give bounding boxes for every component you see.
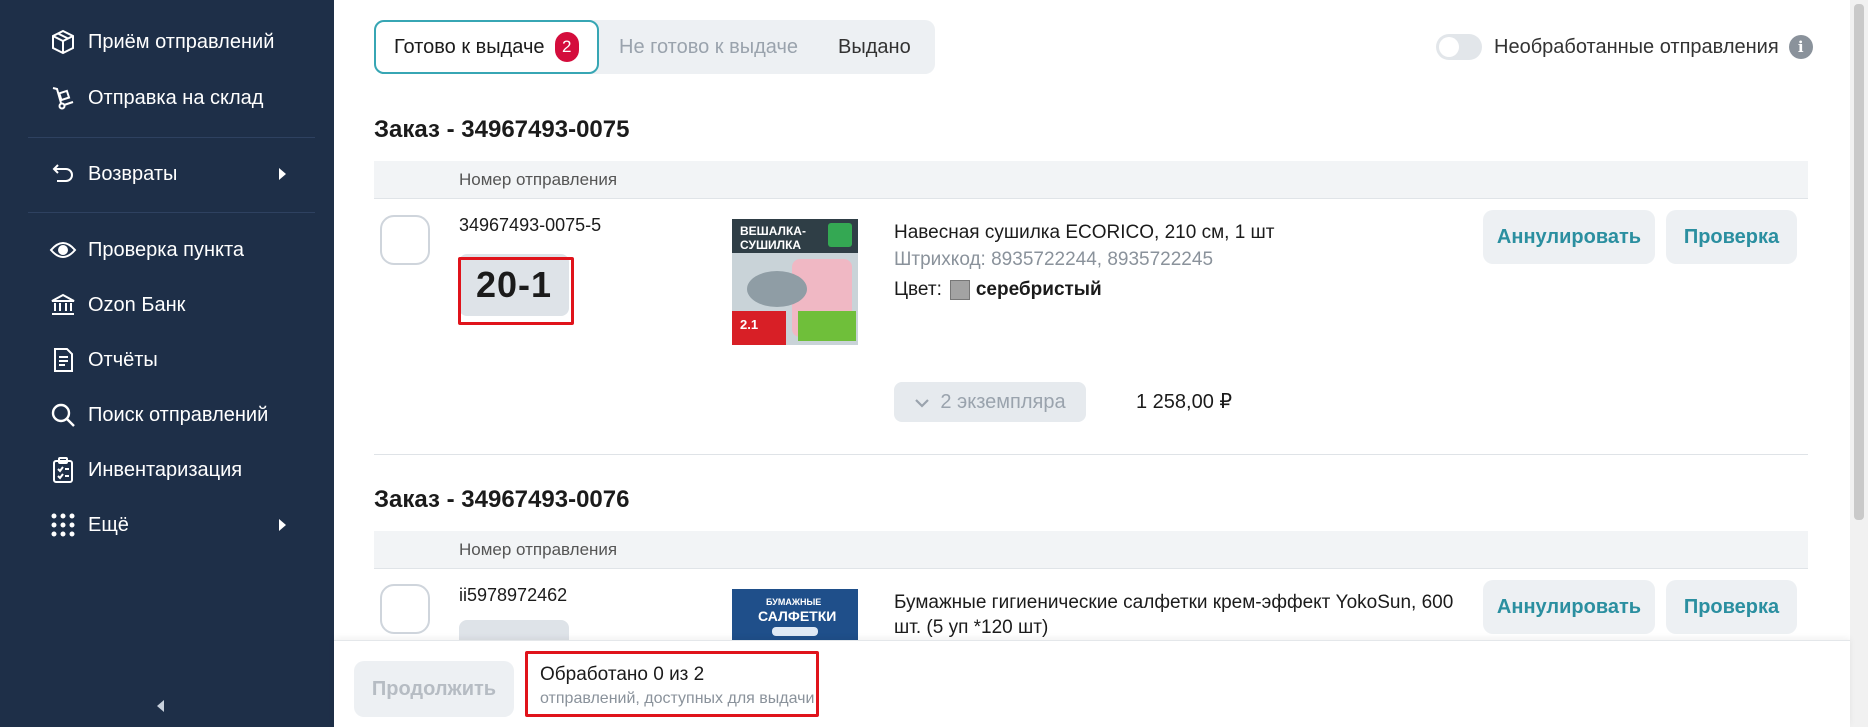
box-icon (48, 27, 78, 57)
check-button[interactable]: Проверка (1666, 580, 1797, 634)
sidebar: Приём отправлений Отправка на склад Возв… (0, 0, 334, 727)
tab-label: Не готово к выдаче (619, 35, 799, 58)
scrollbar-thumb[interactable] (1854, 4, 1864, 520)
sidebar-item-more[interactable]: Ещё (48, 505, 308, 545)
color-label: Цвет: (894, 279, 942, 300)
tab-ready[interactable]: Готово к выдаче 2 (374, 20, 599, 74)
info-icon[interactable]: i (1788, 35, 1813, 59)
tab-label: Выдано (838, 35, 911, 58)
sidebar-item-send-warehouse[interactable]: Отправка на склад (48, 78, 308, 118)
scrollbar[interactable] (1850, 0, 1868, 727)
hand-truck-icon (48, 83, 78, 113)
tab-not-ready[interactable]: Не готово к выдаче (599, 20, 818, 74)
shipment-number: 34967493-0075-5 (459, 215, 602, 235)
sidebar-item-inventory[interactable]: Инвентаризация (48, 450, 308, 490)
sidebar-item-label: Возвраты (88, 162, 178, 185)
color-value: серебристый (975, 279, 1102, 300)
svg-text:БУМАЖНЫЕ: БУМАЖНЫЕ (766, 597, 821, 607)
chevron-right-icon (279, 168, 286, 180)
select-checkbox[interactable] (380, 584, 430, 634)
color-swatch (949, 280, 970, 300)
bank-icon (48, 290, 78, 320)
svg-text:ВЕШАЛКА-: ВЕШАЛКА- (740, 224, 806, 238)
copies-label: 2 экземпляра (940, 390, 1066, 413)
svg-text:СУШИЛКА: СУШИЛКА (740, 238, 801, 252)
sidebar-divider (28, 212, 315, 213)
toggle-knob (1439, 37, 1459, 57)
product-title: Навесная сушилка ECORICO, 210 см, 1 шт (894, 222, 1275, 243)
highlight-frame (525, 651, 819, 717)
sidebar-item-label: Отправка на склад (88, 86, 264, 109)
sidebar-item-receive[interactable]: Приём отправлений (48, 22, 308, 62)
sidebar-item-search[interactable]: Поиск отправлений (48, 395, 308, 435)
order-title: Заказ - 34967493-0076 (374, 486, 630, 513)
sidebar-item-point-check[interactable]: Проверка пункта (48, 230, 308, 270)
eye-icon (48, 235, 78, 265)
document-icon (48, 345, 78, 375)
sidebar-divider (28, 137, 315, 138)
chevron-right-icon (279, 519, 286, 531)
collapse-sidebar-icon[interactable] (157, 700, 164, 712)
bottom-bar: Продолжить Обработано 0 из 2 отправлений… (334, 640, 1850, 727)
product-color: Цвет: серебристый (894, 279, 1102, 301)
column-header-shipment: Номер отправления (459, 540, 618, 559)
grid-dots-icon (48, 510, 78, 540)
sidebar-item-label: Проверка пункта (88, 238, 245, 261)
cancel-button[interactable]: Аннулировать (1483, 580, 1655, 634)
highlight-frame (458, 257, 574, 325)
search-icon (48, 400, 78, 430)
shipment-number: ii5978972462 (459, 585, 568, 605)
sidebar-item-label: Приём отправлений (88, 30, 275, 53)
chevron-down-icon (914, 391, 930, 414)
count-badge: 2 (554, 32, 579, 62)
table-header: Номер отправления (374, 531, 1808, 569)
svg-text:САЛФЕТКИ: САЛФЕТКИ (758, 608, 836, 624)
product-barcode: Штрихкод: 8935722244, 8935722245 (894, 249, 1214, 270)
product-title: Бумажные гигиенические салфетки крем-эфф… (894, 592, 1454, 638)
tab-issued[interactable]: Выдано (818, 20, 931, 74)
sidebar-item-label: Ещё (88, 513, 129, 536)
clipboard-icon (48, 455, 78, 485)
tab-label: Готово к выдаче (394, 35, 545, 58)
sidebar-item-label: Ozon Банк (88, 293, 186, 316)
cancel-button[interactable]: Аннулировать (1483, 210, 1655, 264)
select-checkbox[interactable] (380, 215, 430, 265)
main-content: Готово к выдаче 2 Не готово к выдаче Выд… (334, 0, 1850, 727)
sidebar-item-label: Инвентаризация (88, 458, 243, 481)
sidebar-item-returns[interactable]: Возвраты (48, 154, 308, 194)
sidebar-item-ozon-bank[interactable]: Ozon Банк (48, 285, 308, 325)
product-image: БУМАЖНЫЕ САЛФЕТКИ (732, 589, 858, 640)
sidebar-item-reports[interactable]: Отчёты (48, 340, 308, 380)
order-title: Заказ - 34967493-0075 (374, 116, 630, 143)
copies-dropdown[interactable]: 2 экземпляра (894, 382, 1086, 422)
column-header-shipment: Номер отправления (459, 170, 618, 189)
sidebar-item-label: Поиск отправлений (88, 403, 269, 426)
toggle-label: Необработанные отправления (1494, 35, 1779, 58)
unprocessed-toggle[interactable] (1436, 34, 1482, 60)
unprocessed-filter: Необработанные отправления i (1436, 34, 1813, 60)
table-header: Номер отправления (374, 161, 1808, 199)
return-arrow-icon (48, 159, 78, 189)
order-divider (374, 454, 1808, 455)
price: 1 258,00 ₽ (1136, 391, 1233, 413)
svg-text:2.1: 2.1 (740, 317, 758, 332)
status-tabs: Готово к выдаче 2 Не готово к выдаче Выд… (374, 20, 935, 74)
continue-button[interactable]: Продолжить (354, 661, 514, 717)
sidebar-item-label: Отчёты (88, 348, 158, 371)
product-image: ВЕШАЛКА- СУШИЛКА 2.1 (732, 219, 858, 345)
check-button[interactable]: Проверка (1666, 210, 1797, 264)
